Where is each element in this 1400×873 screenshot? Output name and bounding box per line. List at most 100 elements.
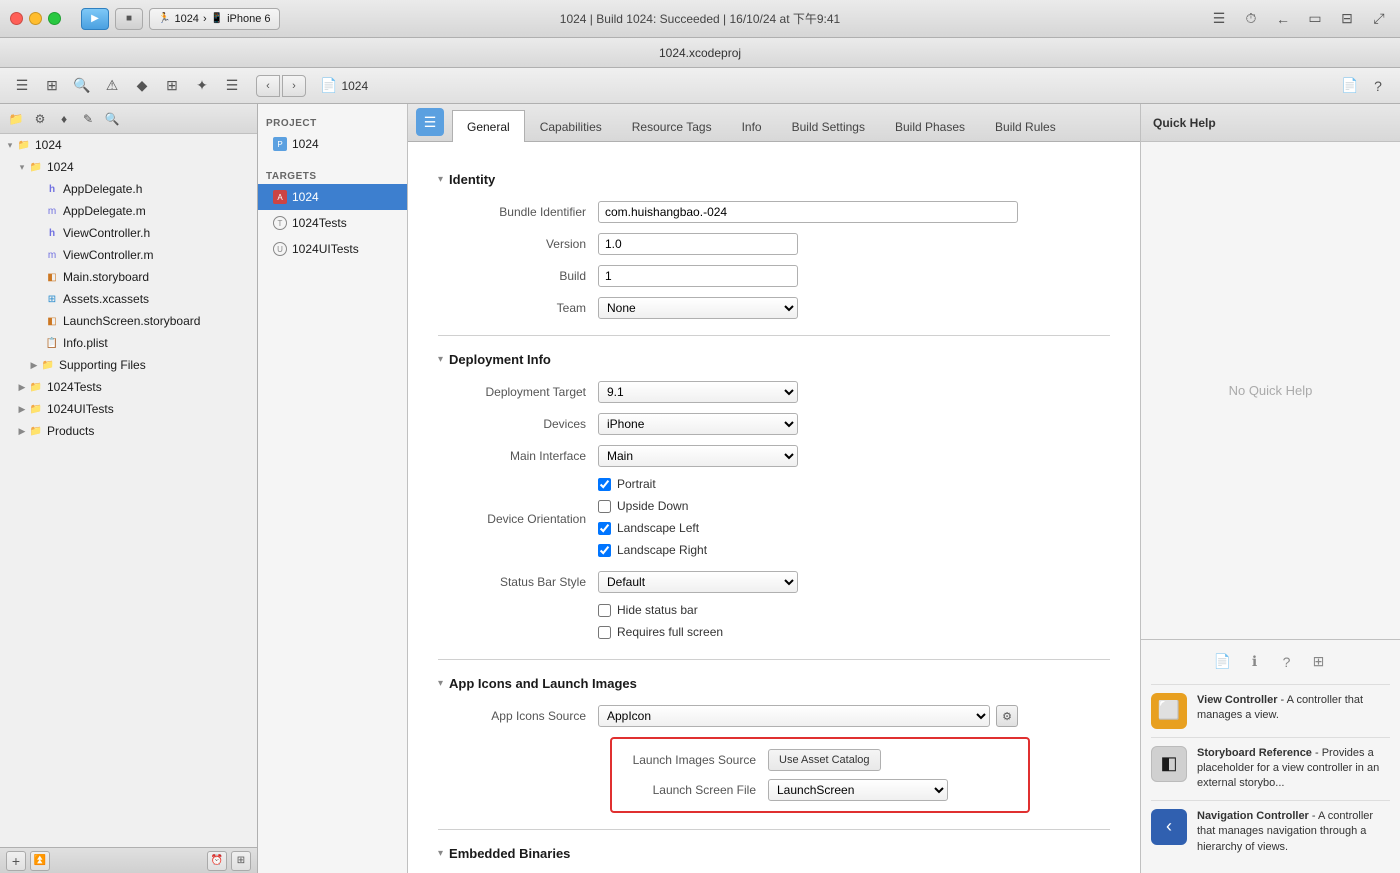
device-orientation-label: Device Orientation — [438, 512, 598, 526]
grid-button[interactable]: ⊞ — [231, 851, 251, 871]
launch-screen-file-select[interactable]: LaunchScreen — [768, 779, 948, 801]
app-icons-section-header[interactable]: ▾ App Icons and Launch Images — [438, 676, 1110, 691]
panel-icon[interactable]: ▭ — [1304, 8, 1326, 30]
maximize-button[interactable] — [48, 12, 61, 25]
sidebar-tool-3[interactable]: ♦ — [54, 109, 74, 129]
filter-sidebar-button[interactable]: ⏫ — [30, 851, 50, 871]
app-icons-source-select[interactable]: AppIcon — [598, 705, 990, 727]
search-icon[interactable]: 🔍 — [70, 74, 94, 98]
disclosure-icon: ▶ — [28, 360, 40, 371]
qh-info-icon[interactable]: ℹ — [1243, 650, 1267, 674]
spacer — [32, 272, 44, 282]
sidebar-tool-5[interactable]: 🔍 — [102, 109, 122, 129]
deployment-section-header[interactable]: ▾ Deployment Info — [438, 352, 1110, 367]
deployment-section-title: Deployment Info — [449, 352, 551, 367]
sidebar-toggle-icon[interactable]: ☰ — [10, 74, 34, 98]
nav-item-target-uitests[interactable]: U 1024UITests — [258, 236, 407, 262]
toolbar-icons: ▶ ■ 🏃 1024 › 📱 iPhone 6 — [81, 8, 280, 30]
nav-item-project[interactable]: P 1024 — [258, 131, 407, 157]
version-input[interactable] — [598, 233, 798, 255]
sidebar-item-supporting-files[interactable]: ▶ 📁 Supporting Files — [0, 354, 257, 376]
sidebar-tool-2[interactable]: ⚙ — [30, 109, 50, 129]
use-asset-catalog-button[interactable]: Use Asset Catalog — [768, 749, 881, 771]
sidebar-item-1024tests[interactable]: ▶ 📁 1024Tests — [0, 376, 257, 398]
sidebar-item-appdelegate-m[interactable]: m AppDelegate.m — [0, 200, 257, 222]
breakpoint-icon[interactable]: ◆ — [130, 74, 154, 98]
scheme-selector[interactable]: 🏃 1024 › 📱 iPhone 6 — [149, 8, 280, 30]
sidebar-item-assets[interactable]: ⊞ Assets.xcassets — [0, 288, 257, 310]
qh-help-icon[interactable]: ? — [1275, 650, 1299, 674]
embedded-binaries-section-header[interactable]: ▾ Embedded Binaries — [438, 846, 1110, 861]
bundle-identifier-input[interactable] — [598, 201, 1018, 223]
stop-button[interactable]: ■ — [115, 8, 143, 30]
spacer — [32, 206, 44, 216]
requires-full-screen-checkbox[interactable] — [598, 626, 611, 639]
sidebar-item-products[interactable]: ▶ 📁 Products — [0, 420, 257, 442]
back-icon[interactable]: ← — [1272, 8, 1294, 30]
requires-full-screen-label: Requires full screen — [617, 625, 723, 639]
qh-file-icon[interactable]: 📄 — [1211, 650, 1235, 674]
sidebar-project-group[interactable]: ▾ 📁 1024 — [0, 156, 257, 178]
sidebar-item-viewcontroller-h[interactable]: h ViewController.h — [0, 222, 257, 244]
devices-select[interactable]: iPhone — [598, 413, 798, 435]
forward-nav-button[interactable]: › — [282, 75, 306, 97]
minimize-button[interactable] — [29, 12, 42, 25]
status-bar-select[interactable]: Default — [598, 571, 798, 593]
activity-icon[interactable]: ⏱ — [1240, 8, 1262, 30]
filter-icon[interactable]: ⊞ — [40, 74, 64, 98]
hide-status-bar-checkbox[interactable] — [598, 604, 611, 617]
gear-button[interactable]: ⚙ — [996, 705, 1018, 727]
qh-grid-icon[interactable]: ⊞ — [1307, 650, 1331, 674]
expand-icon[interactable]: ⤢ — [1368, 8, 1390, 30]
landscape-left-checkbox[interactable] — [598, 522, 611, 535]
sidebar-tool-4[interactable]: ✎ — [78, 109, 98, 129]
status-bar-control: Default — [598, 571, 1018, 593]
status-bar-row: Status Bar Style Default — [438, 571, 1110, 593]
upside-down-checkbox[interactable] — [598, 500, 611, 513]
section-divider-2 — [438, 659, 1110, 660]
run-button[interactable]: ▶ — [81, 8, 109, 30]
history-button[interactable]: ⏰ — [207, 851, 227, 871]
tab-info[interactable]: Info — [727, 110, 777, 142]
deployment-target-select[interactable]: 9.1 — [598, 381, 798, 403]
main-interface-select[interactable]: Main — [598, 445, 798, 467]
close-button[interactable] — [10, 12, 23, 25]
add-file-button[interactable]: + — [6, 851, 26, 871]
back-nav-button[interactable]: ‹ — [256, 75, 280, 97]
nav-item-target-tests[interactable]: T 1024Tests — [258, 210, 407, 236]
tab-build-settings[interactable]: Build Settings — [777, 110, 880, 142]
bookmark-icon[interactable]: ☰ — [220, 74, 244, 98]
m-file-icon: m — [44, 247, 60, 263]
identity-toggle-icon: ▾ — [438, 174, 443, 185]
sidebar-item-1024uitests[interactable]: ▶ 📁 1024UITests — [0, 398, 257, 420]
team-select[interactable]: None — [598, 297, 798, 319]
sidebar-root-group[interactable]: ▾ 📁 1024 — [0, 134, 257, 156]
git-icon[interactable]: ✦ — [190, 74, 214, 98]
build-input[interactable] — [598, 265, 798, 287]
split-icon[interactable]: ⊟ — [1336, 8, 1358, 30]
sidebar-tool-1[interactable]: 📁 — [6, 109, 26, 129]
bundle-identifier-control — [598, 201, 1018, 223]
tab-build-rules[interactable]: Build Rules — [980, 110, 1071, 142]
portrait-checkbox[interactable] — [598, 478, 611, 491]
sidebar-item-appdelegate-h[interactable]: h AppDelegate.h — [0, 178, 257, 200]
sidebar-item-viewcontroller-m[interactable]: m ViewController.m — [0, 244, 257, 266]
help-icon[interactable]: ? — [1366, 74, 1390, 98]
tab-general[interactable]: General — [452, 110, 525, 142]
tab-resource-tags[interactable]: Resource Tags — [617, 110, 727, 142]
editor-icon[interactable]: ☰ — [1208, 8, 1230, 30]
sidebar-item-main-storyboard[interactable]: ◧ Main.storyboard — [0, 266, 257, 288]
sidebar-item-infoplist[interactable]: 📋 Info.plist — [0, 332, 257, 354]
tab-build-phases[interactable]: Build Phases — [880, 110, 980, 142]
tab-capabilities[interactable]: Capabilities — [525, 110, 617, 142]
sidebar-item-launchscreen[interactable]: ◧ LaunchScreen.storyboard — [0, 310, 257, 332]
identity-section-header[interactable]: ▾ Identity — [438, 172, 1110, 187]
folder-icon: 📁 — [28, 159, 44, 175]
landscape-right-checkbox[interactable] — [598, 544, 611, 557]
version-row: Version — [438, 233, 1110, 255]
inspector-icon[interactable]: 📄 — [1338, 74, 1362, 98]
warning-icon[interactable]: ⚠ — [100, 74, 124, 98]
version-editor-icon[interactable]: ⊞ — [160, 74, 184, 98]
nav-item-target-1024[interactable]: A 1024 — [258, 184, 407, 210]
disclosure-icon: ▾ — [16, 162, 28, 173]
